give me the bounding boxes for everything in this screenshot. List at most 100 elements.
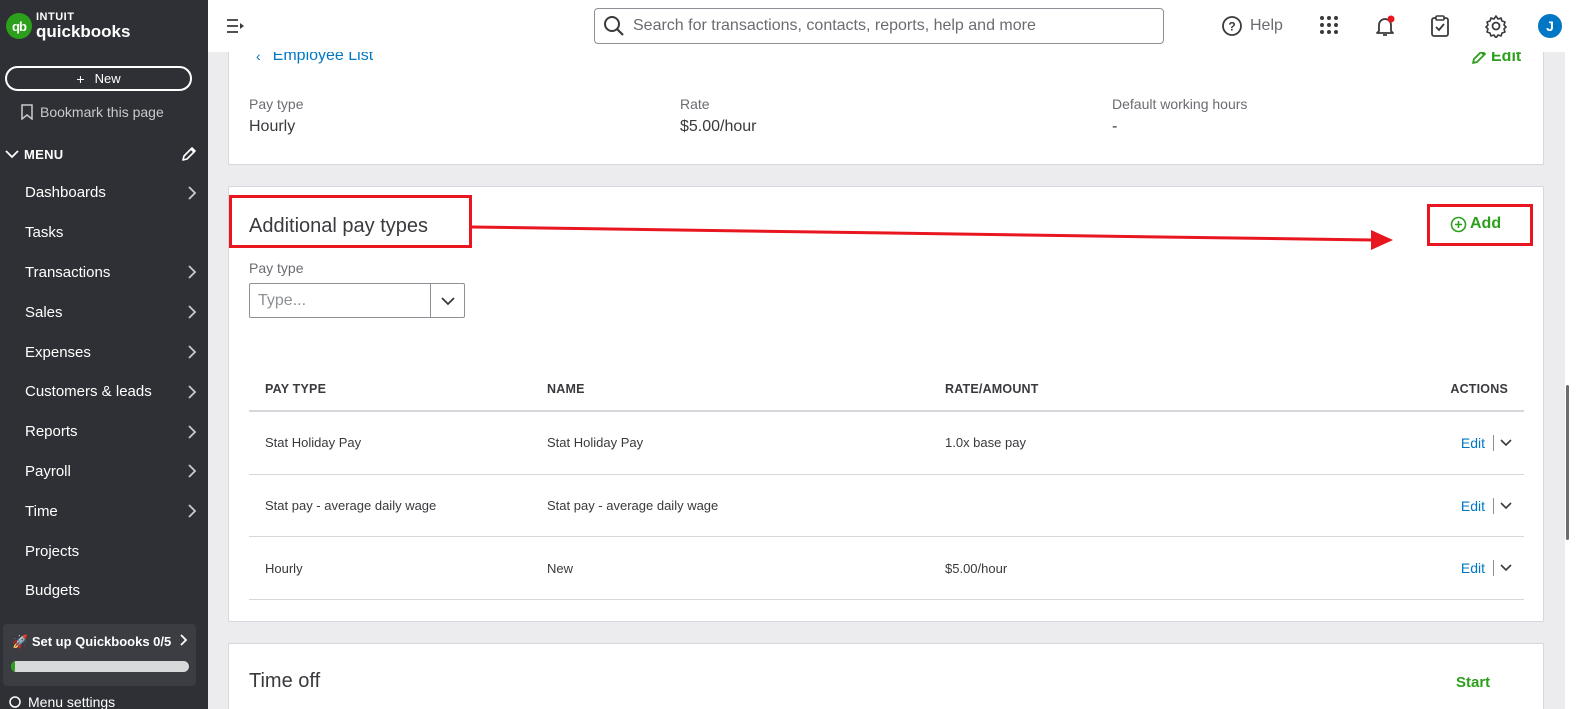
plus-circle-icon — [1450, 216, 1467, 232]
notification-bell-icon[interactable] — [1373, 14, 1397, 38]
chevron-right-icon — [188, 345, 197, 359]
clipboard-check-icon[interactable] — [1430, 14, 1450, 38]
sidebar-item-dashboards[interactable]: Dashboards — [0, 173, 208, 213]
row-more-actions-button[interactable] — [1500, 501, 1512, 510]
scrollbar-thumb[interactable] — [1566, 385, 1569, 540]
sidebar-nav: Dashboards Tasks Transactions Sales Expenses… — [0, 173, 208, 611]
pay-type-filter-label: Pay type — [249, 260, 304, 276]
start-time-off-button[interactable]: Start — [1456, 674, 1490, 691]
cell-actions: Edit — [1345, 560, 1524, 577]
scrollbar-track[interactable] — [1565, 52, 1578, 709]
edit-pay-button[interactable]: Edit — [1471, 52, 1521, 66]
svg-text:?: ? — [1228, 20, 1235, 34]
bookmark-label: Bookmark this page — [40, 104, 164, 120]
cell-name: Stat pay - average daily wage — [547, 498, 719, 514]
help-icon: ? — [1222, 16, 1242, 36]
chevron-right-icon — [188, 464, 197, 479]
menu-header[interactable]: MENU — [0, 142, 208, 166]
help-label: Help — [1250, 17, 1283, 34]
column-header[interactable]: RATE/AMOUNT — [945, 382, 1345, 396]
new-button[interactable]: + New — [5, 66, 192, 91]
row-more-actions-button[interactable] — [1500, 439, 1512, 447]
cell-actions: Edit — [1345, 497, 1524, 514]
search-bar[interactable] — [594, 8, 1164, 44]
pay-type-select[interactable] — [249, 283, 465, 318]
sidebar-item-label: Time — [25, 502, 58, 520]
cell-actions: Edit — [1345, 434, 1524, 451]
pay-type-dropdown-toggle[interactable] — [430, 284, 464, 317]
sidebar-item-label: Dashboards — [25, 184, 106, 202]
settings-gear-icon[interactable] — [1484, 14, 1508, 38]
search-input[interactable] — [633, 17, 1153, 35]
chevron-right-icon — [180, 634, 188, 646]
pay-types-table: PAY TYPE NAME RATE/AMOUNT ACTIONS Stat H… — [249, 367, 1524, 601]
chevron-down-icon — [5, 150, 19, 159]
back-link-label: Employee List — [272, 52, 374, 64]
table-row: Stat Holiday Pay Stat Holiday Pay 1.0x bas… — [249, 412, 1524, 475]
sidebar-item-label: Tasks — [25, 224, 64, 242]
sidebar-item-reports[interactable]: Reports — [0, 412, 208, 452]
field-value: $5.00/hour — [680, 118, 757, 135]
sidebar-item-transactions[interactable]: Transactions — [0, 253, 208, 293]
row-edit-link[interactable]: Edit — [1461, 435, 1485, 451]
search-icon — [604, 16, 624, 36]
pay-summary-card: ‹ Employee List Edit Pay type Hourly Rat… — [228, 52, 1544, 165]
table-row: Hourly New $5.00/hour Edit — [249, 537, 1524, 601]
row-edit-link[interactable]: Edit — [1461, 498, 1485, 514]
add-pay-type-button[interactable]: Add — [1450, 215, 1501, 233]
help-button[interactable]: ? Help — [1221, 15, 1283, 37]
top-bar: ? Help J — [208, 0, 1578, 52]
field-label: Rate — [680, 96, 710, 112]
employee-list-back-link[interactable]: ‹ Employee List — [256, 52, 373, 65]
sidebar-item-payroll[interactable]: Payroll — [0, 452, 208, 492]
user-avatar[interactable]: J — [1538, 14, 1562, 38]
sidebar-item-label: Payroll — [25, 462, 71, 480]
sidebar-item-time[interactable]: Time — [0, 491, 208, 531]
pay-type-input[interactable] — [250, 284, 430, 317]
table-row: Stat pay - average daily wage Stat pay - … — [249, 475, 1524, 538]
column-header[interactable]: PAY TYPE — [249, 382, 547, 396]
pencil-icon — [1472, 52, 1486, 64]
row-more-actions-button[interactable] — [1500, 564, 1512, 572]
sidebar-item-projects[interactable]: Projects — [0, 531, 208, 571]
quickbooks-logo[interactable]: qb INTUIT quickbooks — [6, 12, 130, 40]
cell-pay-type: Stat Holiday Pay — [265, 435, 362, 451]
setup-label: 🚀 Set up Quickbooks 0/5 — [12, 634, 172, 649]
qb-logo-icon: qb — [6, 13, 32, 39]
sidebar-item-budgets[interactable]: Budgets — [0, 571, 208, 611]
sidebar-item-expenses[interactable]: Expenses — [0, 332, 208, 372]
apps-grid-icon[interactable] — [1319, 15, 1339, 35]
section-title: Additional pay types — [249, 215, 429, 237]
sidebar-item-tasks[interactable]: Tasks — [0, 213, 208, 253]
bookmark-icon — [21, 104, 33, 120]
chevron-down-icon — [440, 296, 455, 305]
column-header: ACTIONS — [1450, 381, 1508, 396]
field-label: Default working hours — [1112, 96, 1248, 112]
edit-menu-icon[interactable] — [180, 145, 198, 163]
sidebar-item-customers-leads[interactable]: Customers & leads — [0, 372, 208, 412]
action-divider — [1493, 497, 1494, 514]
chevron-left-icon: ‹ — [256, 52, 261, 64]
column-header[interactable]: NAME — [547, 382, 945, 396]
row-edit-link[interactable]: Edit — [1461, 560, 1485, 576]
add-label: Add — [1470, 215, 1502, 232]
rate-field: Rate $5.00/hour — [680, 96, 757, 136]
collapse-menu-icon[interactable] — [226, 17, 246, 35]
cell-pay-type: Hourly — [265, 560, 303, 576]
chevron-right-icon — [188, 305, 197, 319]
menu-settings-link[interactable]: Menu settings — [8, 694, 115, 709]
cell-pay-type: Stat pay - average daily wage — [265, 498, 437, 514]
chevron-right-icon — [188, 504, 197, 518]
sidebar-item-sales[interactable]: Sales — [0, 292, 208, 332]
gear-icon — [9, 696, 21, 708]
setup-quickbooks-card[interactable]: 🚀 Set up Quickbooks 0/5 — [3, 624, 196, 686]
sidebar-item-label: Budgets — [25, 582, 81, 600]
sidebar-item-label: Transactions — [25, 263, 111, 281]
edit-label: Edit — [1491, 52, 1522, 65]
sidebar-item-label: Projects — [25, 542, 80, 560]
logo-line2: quickbooks — [36, 22, 131, 41]
menu-label: MENU — [24, 146, 64, 162]
sidebar-item-label: Expenses — [25, 343, 91, 361]
bookmark-page-link[interactable]: Bookmark this page — [20, 104, 164, 120]
setup-progress-fill — [11, 661, 15, 672]
